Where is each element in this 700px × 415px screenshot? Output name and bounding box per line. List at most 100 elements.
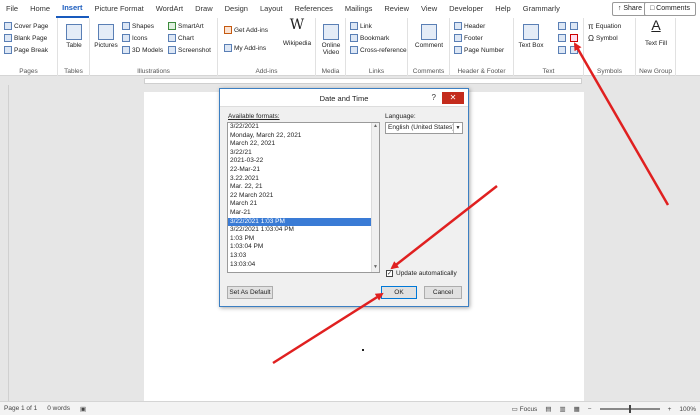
tab-help[interactable]: Help [489,0,516,18]
format-item[interactable]: 3/22/2021 [228,123,379,132]
page-count[interactable]: Page 1 of 1 [4,405,37,413]
symbol-button[interactable]: Ω Symbol [588,34,618,43]
text-box-button[interactable]: Text Box [518,24,544,49]
format-item[interactable]: 3/22/2021 1:03:04 PM [228,226,379,235]
scroll-up-icon[interactable]: ▲ [372,123,379,131]
format-item[interactable]: 3/22/21 [228,149,379,158]
footer-button[interactable]: Footer [454,34,483,42]
proofing-icon[interactable]: ▣ [80,405,86,413]
group-label-symbols: Symbols [597,68,622,75]
format-item[interactable]: 13:03 [228,252,379,261]
format-item[interactable]: Mar. 22, 21 [228,183,379,192]
dialog-title-bar[interactable]: Date and Time ? ✕ [220,89,468,107]
wikipedia-button[interactable]: W Wikipedia [282,18,312,47]
text-fill-button[interactable]: A Text Fill [640,18,672,47]
format-item[interactable]: 3/22/2021 1:03 PM [228,217,379,227]
cross-reference-button[interactable]: Cross-reference [350,46,407,54]
3d-models-button[interactable]: 3D Models [122,46,163,54]
object-icon[interactable] [570,46,578,54]
word-count[interactable]: 0 words [47,405,70,413]
format-item[interactable]: 1:03 PM [228,235,379,244]
page-number-button[interactable]: Page Number [454,46,504,54]
pictures-button[interactable]: Pictures [93,24,119,49]
my-addins-button[interactable]: My Add-ins [224,44,266,52]
tab-file[interactable]: File [0,0,24,18]
language-select[interactable]: English (United States) ▼ [385,122,463,134]
web-layout-icon[interactable]: ▦ [574,405,580,413]
tab-wordart[interactable]: WordArt [150,0,189,18]
comments-button[interactable]: □ Comments [643,2,696,16]
wordart-icon[interactable] [558,34,566,42]
ok-button[interactable]: OK [381,286,417,299]
print-layout-icon[interactable]: ▥ [559,405,565,413]
scroll-down-icon[interactable]: ▼ [372,264,379,272]
comment-button[interactable]: Comment [412,24,446,49]
tab-design[interactable]: Design [219,0,254,18]
get-addins-button[interactable]: Get Add-ins [224,26,268,34]
set-as-default-button[interactable]: Set As Default [227,286,273,299]
tab-home[interactable]: Home [24,0,56,18]
zoom-level[interactable]: 100% [679,406,696,413]
bookmark-button[interactable]: Bookmark [350,34,389,42]
icons-button[interactable]: Icons [122,34,148,42]
screenshot-button[interactable]: Screenshot [168,46,211,54]
tab-grammarly[interactable]: Grammarly [517,0,566,18]
chart-button[interactable]: Chart [168,34,194,42]
tab-mailings[interactable]: Mailings [339,0,379,18]
format-item[interactable]: 2021-03-22 [228,157,379,166]
zoom-slider[interactable] [599,405,660,413]
read-mode-icon[interactable]: ▤ [545,405,551,413]
update-automatically-checkbox[interactable]: ✓ [386,270,393,277]
formats-container: 3/22/2021 Monday, March 22, 2021 March 22,… [228,123,379,269]
format-item[interactable]: Monday, March 22, 2021 [228,132,379,141]
format-item[interactable]: March 22, 2021 [228,140,379,149]
format-item[interactable]: March 21 [228,200,379,209]
tab-review[interactable]: Review [378,0,415,18]
ruler-margin-area [144,78,582,84]
tab-view[interactable]: View [415,0,443,18]
zoom-in-icon[interactable]: + [668,406,672,413]
smartart-button[interactable]: SmartArt [168,22,204,30]
format-item[interactable]: 22-Mar-21 [228,166,379,175]
footer-icon [454,34,462,42]
equation-button[interactable]: π Equation [588,22,621,31]
signature-line-icon[interactable] [570,22,578,30]
header-button[interactable]: Header [454,22,485,30]
share-button[interactable]: ↑ Share [611,2,648,16]
tab-insert[interactable]: Insert [56,0,89,18]
language-label: Language: [385,113,416,120]
drop-cap-icon[interactable] [558,46,566,54]
table-button[interactable]: Table [62,24,86,49]
date-time-icon[interactable] [570,34,578,42]
cover-page-button[interactable]: Cover Page [4,22,48,30]
help-icon[interactable]: ? [432,93,436,102]
cancel-button[interactable]: Cancel [424,286,462,299]
update-automatically-label: Update automatically [396,270,457,277]
format-item[interactable]: Mar-21 [228,209,379,218]
formats-list[interactable]: 3/22/2021 Monday, March 22, 2021 March 22,… [227,122,380,273]
comment-icon [421,24,437,40]
format-item[interactable]: 1:03:04 PM [228,243,379,252]
tab-picture-format[interactable]: Picture Format [89,0,150,18]
blank-page-button[interactable]: Blank Page [4,34,47,42]
table-icon [66,24,82,40]
tab-layout[interactable]: Layout [254,0,289,18]
tab-draw[interactable]: Draw [189,0,219,18]
format-item[interactable]: 3.22.2021 [228,175,379,184]
format-item[interactable]: 13:03:04 [228,261,379,270]
vertical-ruler [0,85,9,401]
page-break-button[interactable]: Page Break [4,46,48,54]
formats-scrollbar[interactable]: ▲ ▼ [371,123,379,272]
shapes-button[interactable]: Shapes [122,22,154,30]
cover-page-icon [4,22,12,30]
format-item[interactable]: 22 March 2021 [228,192,379,201]
quick-parts-icon[interactable] [558,22,566,30]
link-button[interactable]: Link [350,22,372,30]
zoom-out-icon[interactable]: − [588,406,592,413]
available-formats-label: Available formats: [228,113,280,120]
close-icon[interactable]: ✕ [442,92,464,104]
tab-references[interactable]: References [289,0,339,18]
online-video-button[interactable]: Online Video [318,24,344,56]
tab-developer[interactable]: Developer [443,0,489,18]
focus-button[interactable]: ▭ Focus [512,405,538,413]
